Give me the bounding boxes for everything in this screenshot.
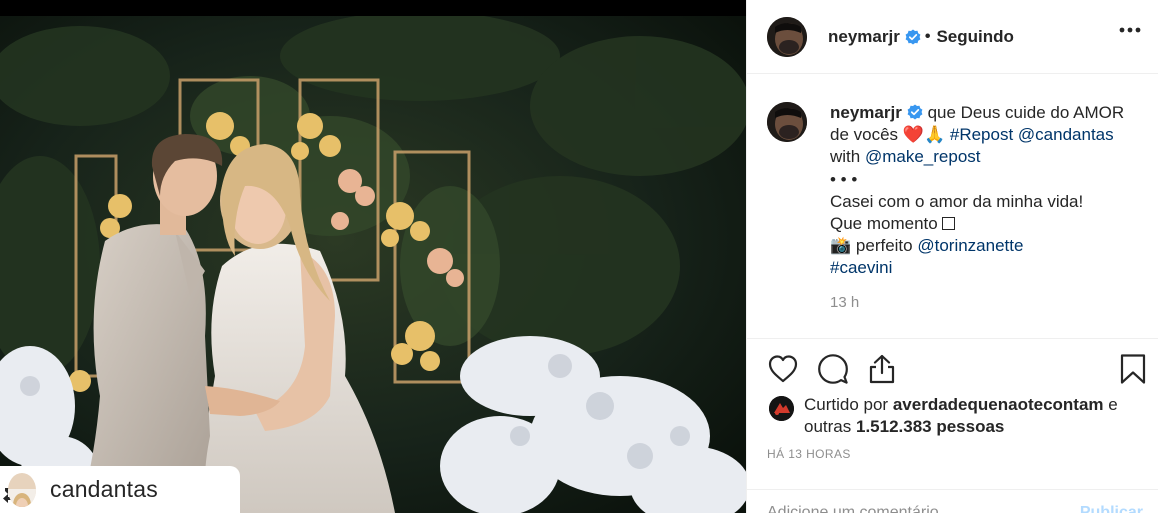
comment-bar: Adicione um comentário... Publicar	[747, 489, 1158, 513]
mention-photographer-link[interactable]: @torinzanette	[917, 236, 1023, 255]
posted-time[interactable]: HÁ 13 HORAS	[767, 447, 851, 461]
author-avatar[interactable]	[767, 16, 807, 57]
post-actions-area: Curtido por averdadequenaotecontam e out…	[747, 338, 1158, 513]
repost-username: candantas	[50, 476, 158, 502]
caption-line7: perfeito	[855, 236, 913, 256]
author-username[interactable]: neymarjr	[828, 27, 900, 47]
photo-top-bar	[0, 0, 746, 16]
repost-tag[interactable]: candantas	[0, 466, 240, 513]
camera-emoji: 📸	[830, 236, 852, 256]
caption-line1: que Deus cuide do AMOR	[927, 103, 1125, 122]
post-header: neymarjr • Seguindo	[747, 0, 1158, 74]
likes-text: Curtido por averdadequenaotecontam e out…	[804, 394, 1118, 438]
repost-avatar	[8, 472, 36, 507]
liker-username[interactable]: averdadequenaotecontam	[893, 395, 1104, 414]
likes-summary: Curtido por averdadequenaotecontam e out…	[769, 394, 1118, 438]
caption-text: neymarjr que Deus cuide do AMOR de vocês…	[830, 102, 1130, 280]
hashtag-caevini-link[interactable]: #caevini	[830, 258, 892, 277]
follow-status-button[interactable]: Seguindo	[936, 27, 1013, 47]
header-separator: •	[924, 27, 931, 45]
comment-icon[interactable]	[817, 353, 849, 385]
likes-prefix: Curtido por	[804, 395, 889, 414]
mention-make-repost-link[interactable]: @make_repost	[865, 147, 981, 166]
more-options-icon[interactable]	[1115, 20, 1145, 40]
caption-time-ago[interactable]: 13 h	[830, 294, 1130, 311]
liker-avatar[interactable]	[769, 396, 794, 421]
heart-icon[interactable]	[767, 353, 799, 385]
caption-heart-pray-emoji: ❤️🙏	[902, 125, 946, 145]
bookmark-icon[interactable]	[1117, 353, 1149, 385]
hashtag-repost-link[interactable]: #Repost	[950, 125, 1013, 144]
caption-author-avatar[interactable]	[767, 102, 807, 142]
share-icon[interactable]	[866, 353, 898, 385]
missing-glyph-box-icon	[941, 217, 955, 231]
likes-suffix: e	[1108, 395, 1118, 414]
caption-line6: Que momento	[830, 214, 938, 234]
post-photo[interactable]: candantas	[0, 0, 746, 513]
publish-button[interactable]: Publicar	[1080, 504, 1143, 513]
likes-others-prefix: outras	[804, 417, 852, 436]
caption-username[interactable]: neymarjr	[830, 103, 902, 122]
post-side-panel: neymarjr • Seguindo neymarjr que Deus cu…	[746, 0, 1158, 513]
caption-verified-badge-icon	[907, 104, 923, 120]
caption-line5: Casei com o amor da minha vida!	[830, 191, 1084, 211]
mention-candantas-link[interactable]: @candantas	[1018, 125, 1114, 144]
likes-count[interactable]: 1.512.383 pessoas	[856, 417, 1004, 436]
verified-badge-icon	[905, 29, 921, 44]
caption-dots: • • •	[830, 169, 858, 189]
caption-line2: de vocês	[830, 125, 899, 145]
comment-input[interactable]: Adicione um comentário...	[767, 504, 1080, 513]
caption-line3: with	[830, 147, 861, 167]
wedding-photo-image	[0, 16, 746, 513]
caption-comment: neymarjr que Deus cuide do AMOR de vocês…	[767, 102, 1147, 311]
